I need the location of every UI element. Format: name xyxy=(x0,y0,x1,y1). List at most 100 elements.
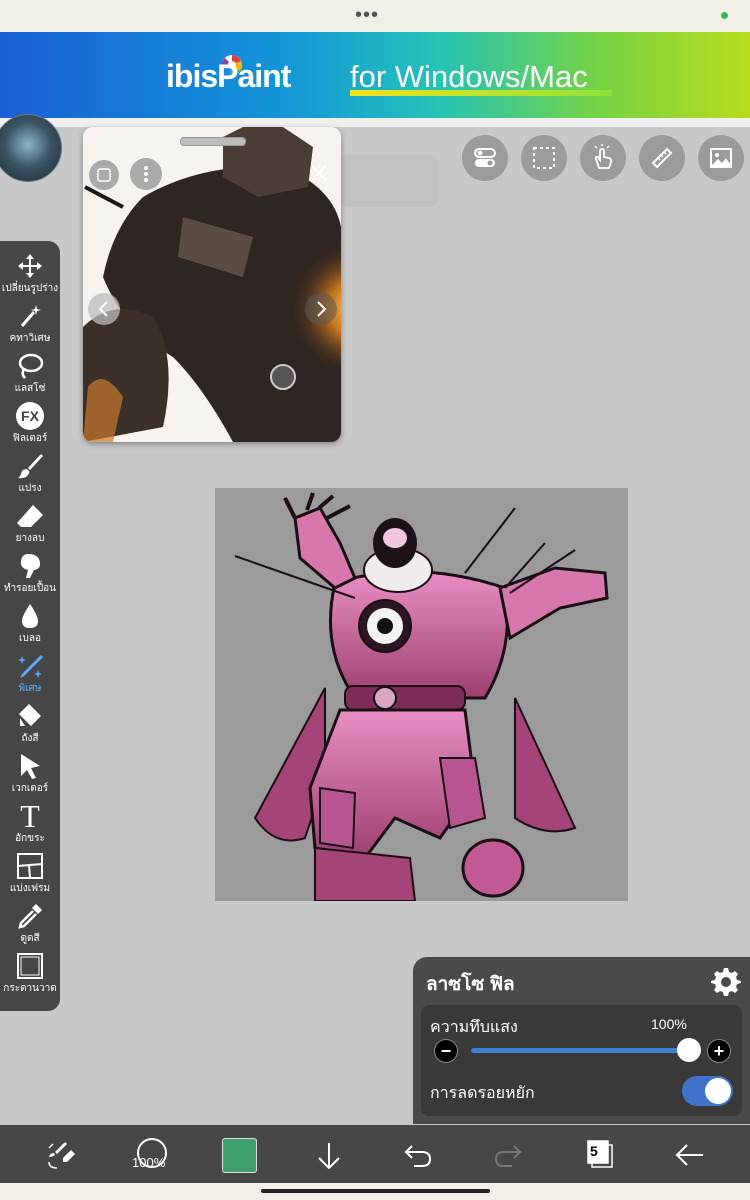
vertical-dots-icon xyxy=(144,166,148,182)
arrow-down-icon xyxy=(318,1143,340,1170)
panel-title: ลาซโซ ฟิล xyxy=(426,974,515,995)
tool-label: ทำรอยเปื้อน xyxy=(3,583,57,594)
reference-image-panel[interactable] xyxy=(83,127,341,442)
panel-drag-handle[interactable] xyxy=(180,137,246,146)
tool-switch-button[interactable] xyxy=(43,1138,77,1172)
brush-eraser-swap-icon xyxy=(48,1142,75,1169)
layers-button[interactable] xyxy=(584,1139,614,1171)
camera-indicator-icon xyxy=(721,12,728,19)
opacity-slider[interactable] xyxy=(471,1048,689,1053)
tool-label: คทาวิเศษ xyxy=(9,333,51,344)
chevron-left-icon xyxy=(98,301,108,317)
ruler-icon xyxy=(651,147,673,169)
layer-down-button[interactable] xyxy=(314,1140,344,1172)
tool-label: ดูดสี xyxy=(20,933,40,944)
reference-photo xyxy=(83,127,341,442)
back-button[interactable] xyxy=(673,1141,705,1169)
tool-label: แบ่งเฟรม xyxy=(9,883,51,894)
brush-size-value: 100% xyxy=(132,1155,166,1170)
text-icon: T xyxy=(20,798,40,834)
redo-icon xyxy=(494,1145,522,1167)
tool-eraser[interactable]: ยางลบ xyxy=(0,499,60,549)
next-image-button[interactable] xyxy=(305,293,337,325)
touch-button[interactable] xyxy=(580,135,626,181)
canvas-icon xyxy=(17,953,43,979)
reference-image-button[interactable] xyxy=(698,135,744,181)
tool-fill[interactable]: ถังสี xyxy=(0,699,60,749)
magic-wand-icon xyxy=(20,305,41,327)
ruler-button[interactable] xyxy=(639,135,685,181)
opacity-value: 100% xyxy=(651,1016,687,1032)
gear-icon xyxy=(711,968,741,996)
undo-button[interactable] xyxy=(402,1142,434,1170)
redo-button[interactable] xyxy=(492,1142,524,1170)
panel-close-button[interactable] xyxy=(306,160,332,186)
fx-filter-icon: FX xyxy=(16,402,44,430)
square-icon xyxy=(97,168,111,182)
lasso-icon xyxy=(18,353,44,379)
tool-label: ฟิลเตอร์ xyxy=(12,433,48,444)
arrow-left-icon xyxy=(675,1144,703,1166)
undo-icon xyxy=(404,1145,432,1167)
layer-count: 5 xyxy=(590,1143,598,1159)
panel-layout-button[interactable] xyxy=(89,160,119,190)
opacity-label: ความทึบแสง xyxy=(430,1019,518,1036)
ibispaint-logo: ibisPaint xyxy=(166,58,291,94)
banner-slogan: for Windows/Mac xyxy=(350,59,588,94)
tool-frame-divider[interactable]: แบ่งเฟรม xyxy=(0,849,60,899)
tool-sidebar: เปลี่ยนรูปร่าง คทาวิเศษ แลสโซ่ FX ฟิลเตอ… xyxy=(0,241,60,1011)
blur-drop-icon xyxy=(22,604,38,628)
tool-canvas[interactable]: กระดานวาด xyxy=(0,949,60,999)
tool-label: ถังสี xyxy=(21,733,39,744)
tool-special[interactable]: พิเศษ xyxy=(0,649,60,699)
frame-divider-icon xyxy=(17,853,43,879)
tool-lasso[interactable]: แลสโซ่ xyxy=(0,349,60,399)
fill-bucket-icon xyxy=(19,704,41,726)
previous-image-button[interactable] xyxy=(88,293,120,325)
tool-text[interactable]: T อักขระ xyxy=(0,799,60,849)
tool-smudge[interactable]: ทำรอยเปื้อน xyxy=(0,549,60,599)
close-icon xyxy=(311,165,327,181)
tool-magic-wand[interactable]: คทาวิเศษ xyxy=(0,299,60,349)
panel-menu-button[interactable] xyxy=(130,158,162,190)
opacity-slider-handle[interactable] xyxy=(677,1038,701,1062)
tool-label: เบลอ xyxy=(19,633,41,644)
bottom-toolbar xyxy=(0,1125,750,1183)
tool-brush[interactable]: แปรง xyxy=(0,449,60,499)
tool-label: ยางลบ xyxy=(15,533,45,544)
drawing-canvas[interactable] xyxy=(215,488,628,902)
image-icon xyxy=(710,148,732,168)
tool-label: พิเศษ xyxy=(18,683,42,694)
special-pen-icon xyxy=(18,655,43,678)
opacity-increase-button[interactable]: + xyxy=(707,1039,731,1063)
chevron-right-icon xyxy=(317,301,327,317)
antialias-toggle-knob[interactable] xyxy=(705,1078,731,1104)
move-arrows-icon xyxy=(18,254,42,278)
selection-button[interactable] xyxy=(521,135,567,181)
eraser-icon xyxy=(17,505,43,527)
home-indicator[interactable] xyxy=(261,1189,490,1193)
opacity-decrease-button[interactable]: − xyxy=(434,1039,458,1063)
tool-transform[interactable]: เปลี่ยนรูปร่าง xyxy=(0,249,60,299)
eyedropper-icon xyxy=(18,904,42,929)
current-color-swatch[interactable] xyxy=(222,1138,257,1173)
tool-label: แปรง xyxy=(18,483,42,494)
touch-icon xyxy=(594,144,613,169)
tool-blur[interactable]: เบลอ xyxy=(0,599,60,649)
settings-button[interactable] xyxy=(711,966,741,996)
selection-icon xyxy=(533,147,555,169)
faint-overlay xyxy=(340,155,438,207)
tool-label: แลสโซ่ xyxy=(14,383,46,394)
toggle-icon xyxy=(474,148,496,167)
layers-icon xyxy=(587,1140,613,1168)
tool-label: อักขระ xyxy=(15,833,45,844)
tool-filter[interactable]: FX ฟิลเตอร์ xyxy=(0,399,60,449)
window-menu-dots[interactable]: ••• xyxy=(355,4,379,27)
tool-vector[interactable]: เวกเตอร์ xyxy=(0,749,60,799)
artwork xyxy=(215,488,628,902)
smudge-icon xyxy=(20,554,40,578)
antialias-label: การลดรอยหยัก xyxy=(430,1085,535,1102)
tool-label: กระดานวาด xyxy=(3,983,57,994)
tool-eyedropper[interactable]: ดูดสี xyxy=(0,899,60,949)
toggle-view-button[interactable] xyxy=(462,135,508,181)
